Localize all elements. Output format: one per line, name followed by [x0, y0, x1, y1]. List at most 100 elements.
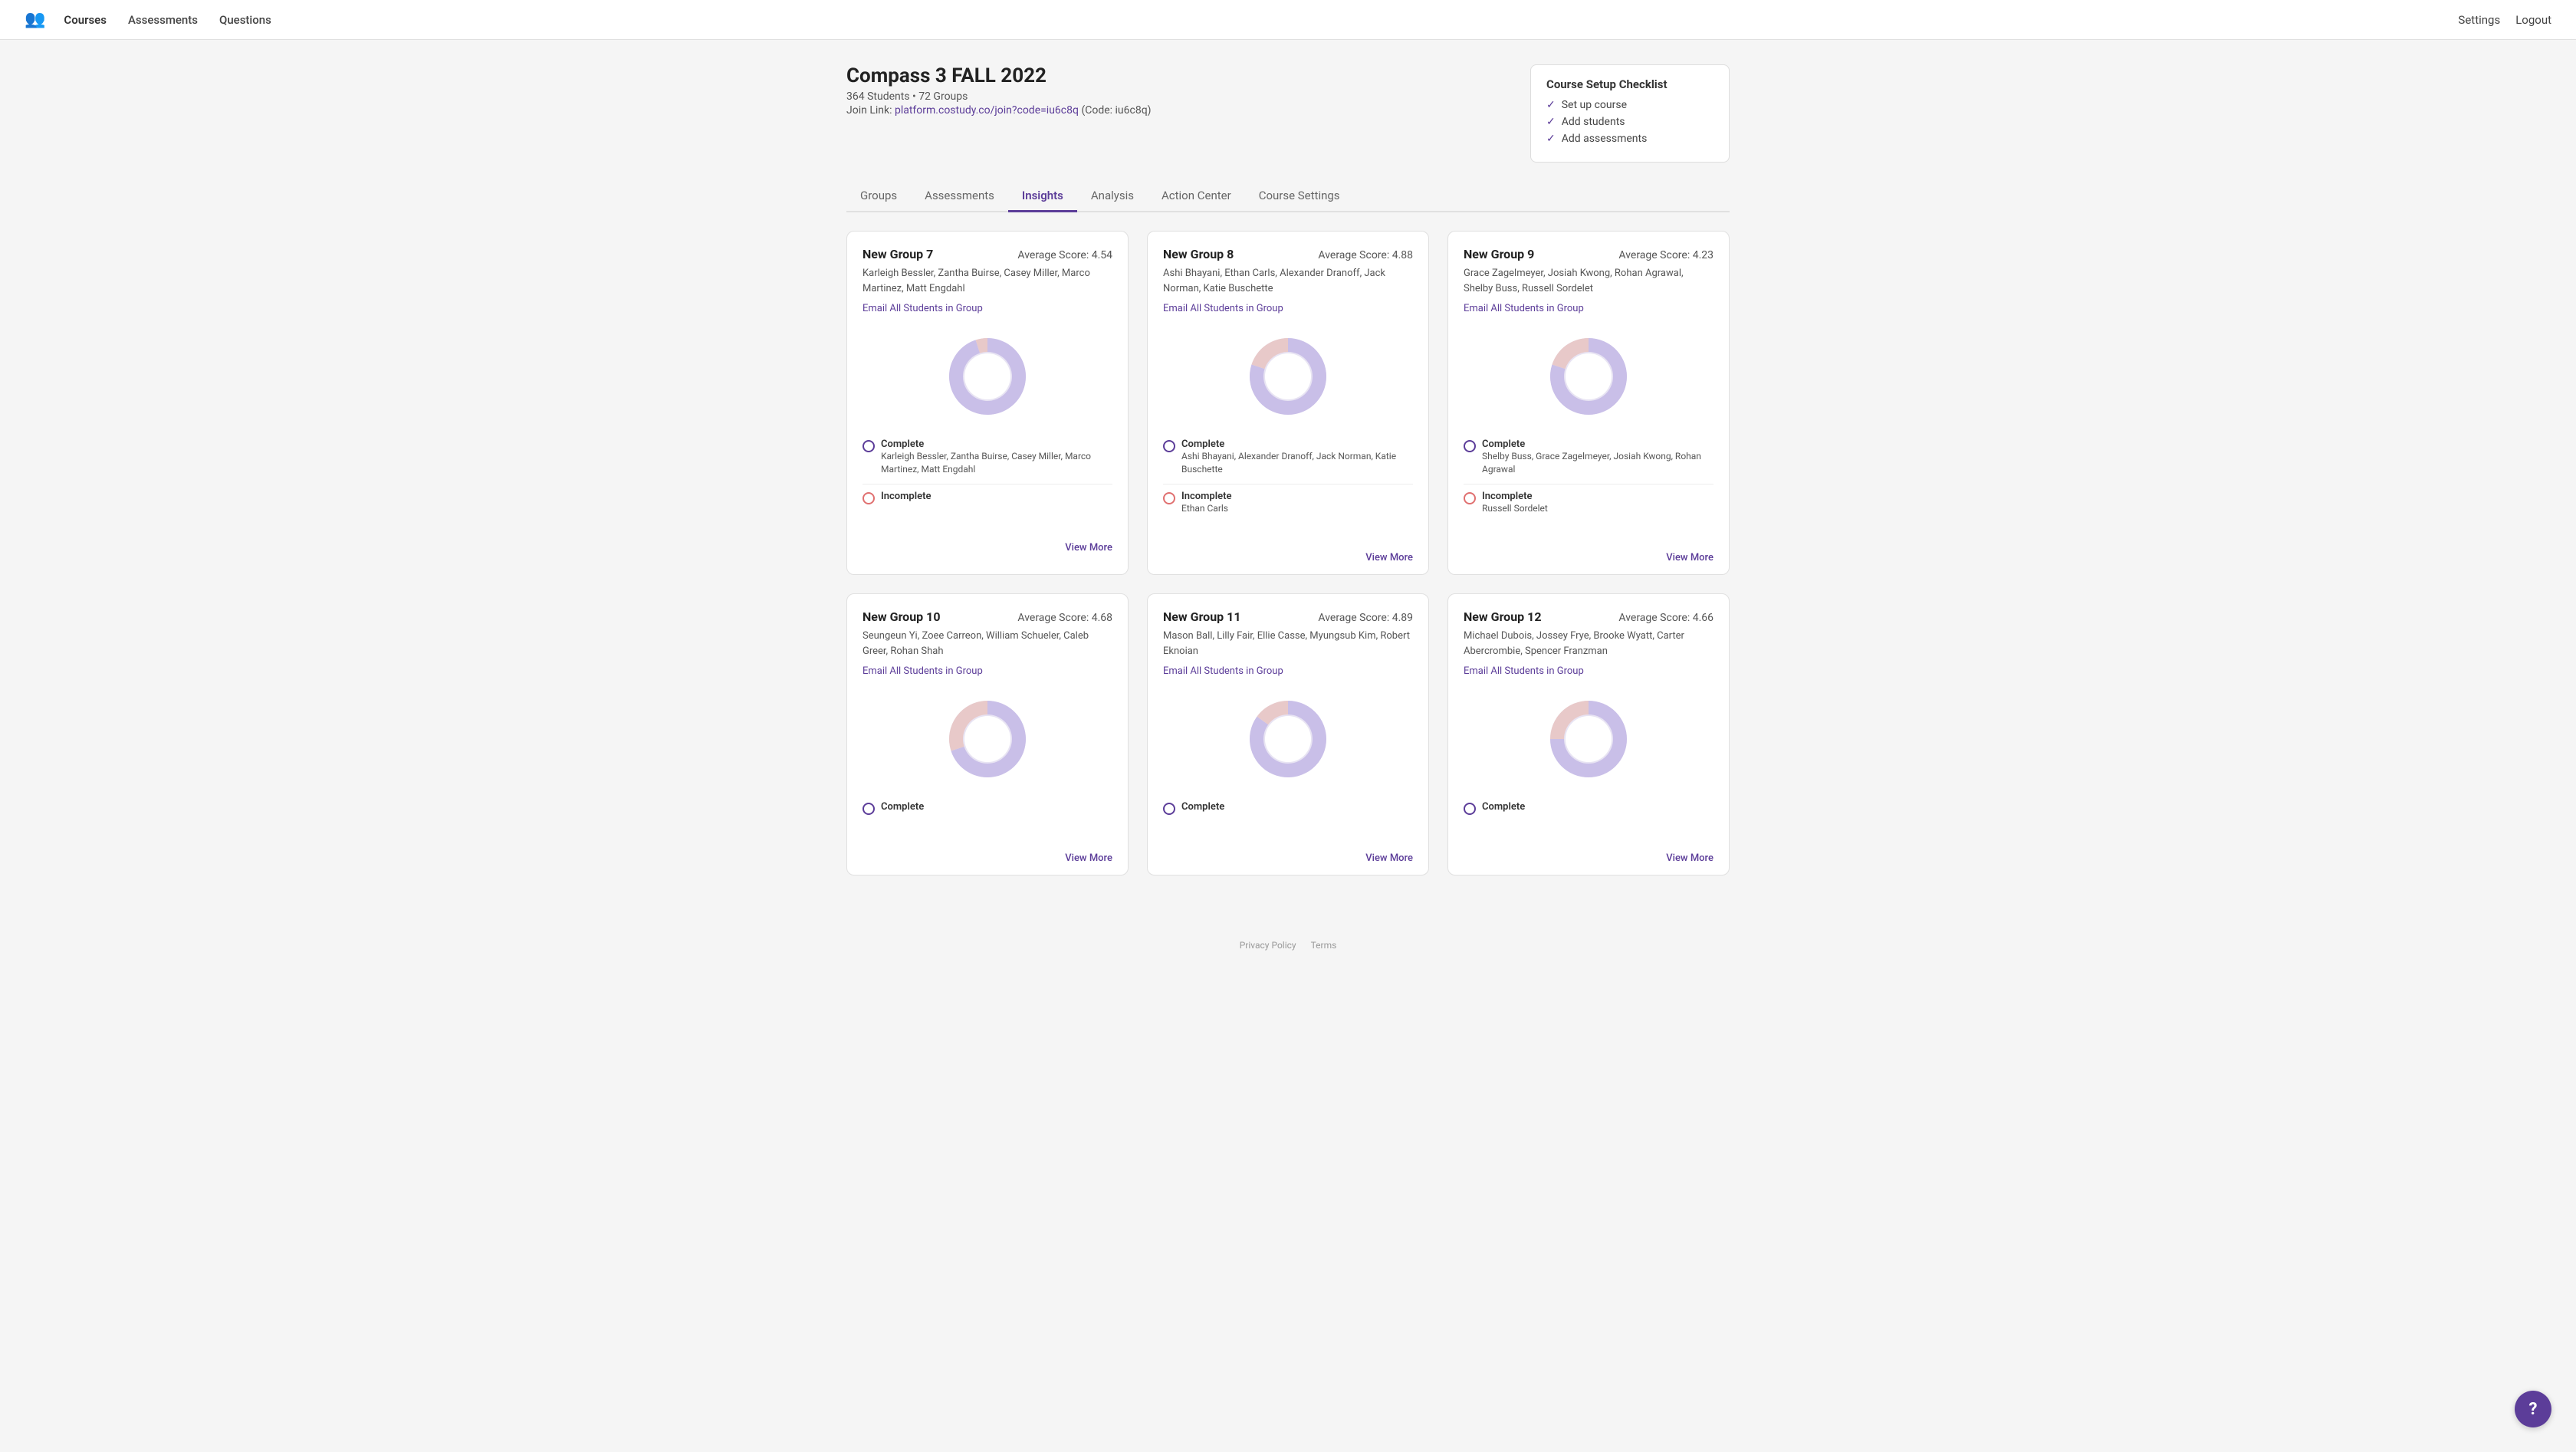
donut-svg [938, 689, 1037, 789]
complete-label: Complete [1482, 439, 1714, 450]
nav-questions[interactable]: Questions [219, 13, 271, 27]
group-members: Ashi Bhayani, Ethan Carls, Alexander Dra… [1163, 266, 1413, 296]
complete-label: Complete [1181, 439, 1413, 450]
checklist-item-2: ✓ Add students [1546, 116, 1714, 128]
incomplete-dot [1464, 492, 1476, 504]
tab-action-center[interactable]: Action Center [1148, 181, 1245, 212]
group-card: New Group 12 Average Score: 4.66 Michael… [1447, 593, 1730, 875]
avg-score: Average Score: 4.88 [1318, 249, 1413, 261]
header-row: Compass 3 FALL 2022 364 Students • 72 Gr… [846, 64, 1730, 163]
course-meta: 364 Students • 72 Groups [846, 90, 1152, 103]
incomplete-names: Russell Sordelet [1482, 502, 1548, 515]
avg-score: Average Score: 4.54 [1017, 249, 1112, 261]
group-members: Seungeun Yi, Zoee Carreon, William Schue… [863, 629, 1112, 659]
join-code: (Code: iu6c8q) [1081, 104, 1151, 117]
view-more-row: View More [847, 534, 1128, 564]
avg-score: Average Score: 4.89 [1318, 612, 1413, 624]
legend-complete: Complete [863, 801, 1112, 815]
email-all-link[interactable]: Email All Students in Group [1163, 303, 1283, 314]
legend-incomplete: Incomplete Ethan Carls [1163, 491, 1413, 515]
view-more-row: View More [1148, 844, 1428, 875]
email-all-link[interactable]: Email All Students in Group [863, 303, 983, 314]
donut-svg [1238, 327, 1338, 426]
legend-incomplete: Incomplete [863, 491, 1112, 504]
group-name: New Group 7 [863, 247, 933, 261]
group-card: New Group 10 Average Score: 4.68 Seungeu… [846, 593, 1129, 875]
complete-dot [1163, 440, 1175, 452]
incomplete-label: Incomplete [1181, 491, 1231, 502]
legend-complete: Complete Karleigh Bessler, Zantha Buirse… [863, 439, 1112, 476]
donut-chart [863, 327, 1112, 426]
group-members: Grace Zagelmeyer, Josiah Kwong, Rohan Ag… [1464, 266, 1714, 296]
group-card: New Group 11 Average Score: 4.89 Mason B… [1147, 593, 1429, 875]
settings-link[interactable]: Settings [2458, 13, 2500, 27]
tab-bar: Groups Assessments Insights Analysis Act… [846, 181, 1730, 212]
page-content: Compass 3 FALL 2022 364 Students • 72 Gr… [828, 40, 1748, 921]
terms-link[interactable]: Terms [1311, 940, 1337, 951]
legend-divider [1163, 484, 1413, 485]
group-name: New Group 10 [863, 609, 941, 624]
complete-label: Complete [881, 801, 924, 813]
donut-svg [938, 327, 1037, 426]
nav-assessments[interactable]: Assessments [128, 13, 198, 27]
complete-label: Complete [881, 439, 1112, 450]
nav-courses[interactable]: Courses [64, 13, 107, 27]
view-more-link[interactable]: View More [1365, 552, 1413, 563]
email-all-link[interactable]: Email All Students in Group [1464, 665, 1584, 677]
avg-score: Average Score: 4.68 [1017, 612, 1112, 624]
group-members: Michael Dubois, Jossey Frye, Brooke Wyat… [1464, 629, 1714, 659]
view-more-row: View More [847, 844, 1128, 875]
complete-label: Complete [1181, 801, 1224, 813]
checklist-label-2: Add students [1562, 116, 1625, 128]
checklist-label-3: Add assessments [1562, 133, 1648, 145]
view-more-link[interactable]: View More [1666, 552, 1714, 563]
legend: Complete [1464, 801, 1714, 829]
tab-assessments[interactable]: Assessments [911, 181, 1008, 212]
complete-dot [863, 803, 875, 815]
view-more-row: View More [1148, 544, 1428, 574]
tab-groups[interactable]: Groups [846, 181, 911, 212]
view-more-link[interactable]: View More [1065, 542, 1112, 554]
avg-score: Average Score: 4.66 [1618, 612, 1714, 624]
tab-course-settings[interactable]: Course Settings [1245, 181, 1354, 212]
logo-icon: 👥 [25, 10, 45, 29]
email-all-link[interactable]: Email All Students in Group [863, 665, 983, 677]
complete-names: Ashi Bhayani, Alexander Dranoff, Jack No… [1181, 450, 1413, 476]
tab-analysis[interactable]: Analysis [1077, 181, 1148, 212]
view-more-link[interactable]: View More [1666, 852, 1714, 864]
footer: Privacy Policy Terms [0, 921, 2576, 957]
incomplete-dot [863, 492, 875, 504]
nav-links: Courses Assessments Questions [64, 13, 271, 27]
donut-svg [1539, 689, 1638, 789]
checklist-label-1: Set up course [1562, 99, 1627, 111]
check-icon-3: ✓ [1546, 133, 1556, 145]
incomplete-names: Ethan Carls [1181, 502, 1231, 515]
complete-dot [863, 440, 875, 452]
checklist-title: Course Setup Checklist [1546, 77, 1714, 91]
donut-chart [1464, 689, 1714, 789]
donut-svg [1539, 327, 1638, 426]
donut-chart [1464, 327, 1714, 426]
join-link-row: Join Link: platform.costudy.co/join?code… [846, 104, 1152, 117]
email-all-link[interactable]: Email All Students in Group [1464, 303, 1584, 314]
join-url[interactable]: platform.costudy.co/join?code=iu6c8q [895, 104, 1079, 117]
view-more-link[interactable]: View More [1065, 852, 1112, 864]
course-info: Compass 3 FALL 2022 364 Students • 72 Gr… [846, 64, 1152, 117]
help-button[interactable]: ? [2515, 1391, 2551, 1427]
incomplete-dot [1163, 492, 1175, 504]
group-name: New Group 8 [1163, 247, 1234, 261]
view-more-link[interactable]: View More [1365, 852, 1413, 864]
groups-grid: New Group 7 Average Score: 4.54 Karleigh… [846, 231, 1730, 875]
privacy-link[interactable]: Privacy Policy [1240, 940, 1296, 951]
check-icon-1: ✓ [1546, 99, 1556, 111]
course-title: Compass 3 FALL 2022 [846, 64, 1152, 87]
group-name: New Group 9 [1464, 247, 1534, 261]
donut-svg [1238, 689, 1338, 789]
logout-link[interactable]: Logout [2515, 13, 2551, 27]
legend: Complete [863, 801, 1112, 829]
tab-insights[interactable]: Insights [1008, 181, 1077, 212]
legend: Complete Shelby Buss, Grace Zagelmeyer, … [1464, 439, 1714, 528]
donut-chart [863, 689, 1112, 789]
email-all-link[interactable]: Email All Students in Group [1163, 665, 1283, 677]
navigation: 👥 Courses Assessments Questions Settings… [0, 0, 2576, 40]
